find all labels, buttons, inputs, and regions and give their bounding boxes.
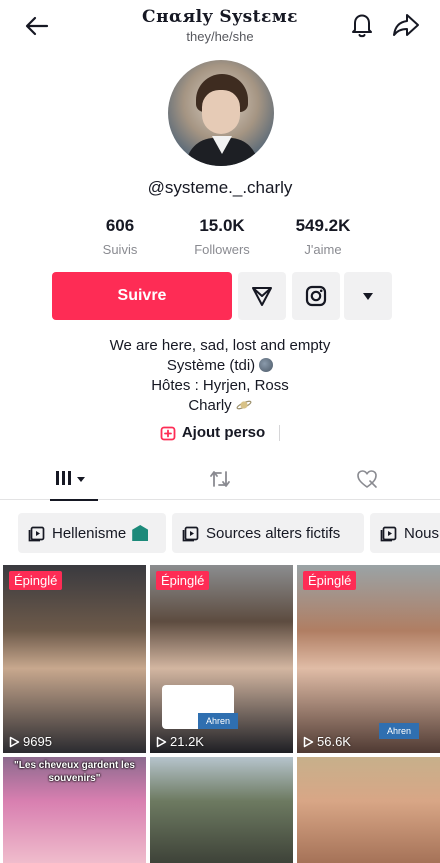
instagram-button[interactable] [292, 272, 340, 320]
alter-name-tag: Ahren [379, 723, 420, 739]
video-thumbnail[interactable] [150, 757, 293, 863]
content-tabs [0, 458, 440, 501]
view-count-value: 21.2K [170, 734, 204, 749]
play-icon [156, 736, 167, 747]
profile-header: Cнαяly Systεмε they/he/she [0, 0, 440, 52]
heart-hidden-icon [357, 470, 377, 488]
video-thumbnail[interactable]: Épinglé Ahren 21.2K [150, 565, 293, 753]
playlist-chip[interactable]: Sources alters fictifs [172, 513, 364, 553]
profile-handle: @systeme._.charly [147, 178, 293, 197]
send-icon [252, 287, 272, 306]
profile-actions: Suivre [0, 272, 440, 320]
videos-grid-icon [56, 471, 85, 485]
playlist-label: Hellenisme [52, 524, 127, 542]
view-count-value: 9695 [23, 734, 52, 749]
video-thumbnail[interactable]: Épinglé 9695 [3, 565, 146, 753]
alter-name-tag: Ahren [198, 713, 239, 729]
playlist-row: Hellenisme Sources alters fictifs Nous [18, 513, 440, 553]
stat-following[interactable]: 606 Suivis [75, 216, 165, 257]
stat-value: 15.0K [199, 216, 245, 235]
tab-videos[interactable] [0, 458, 146, 501]
add-yours-link[interactable]: Ajout perso [0, 424, 440, 445]
playlist-label: Sources alters fictifs [206, 524, 341, 542]
video-caption-overlay: "Les cheveux gardent les souvenirs" [14, 760, 135, 784]
bio-line: Hôtes : Hyrjen, Ross [151, 377, 289, 394]
profile-avatar[interactable] [168, 60, 274, 166]
stat-value: 606 [105, 216, 135, 235]
profile-bio: We are here, sad, lost and empty Système… [0, 336, 440, 416]
bio-line: Charly [188, 397, 232, 414]
bio-line-system: Système (tdi) [0, 356, 440, 376]
tab-active-indicator [50, 499, 98, 501]
saturn-emoji-icon [236, 400, 252, 410]
stat-label: Followers [194, 242, 250, 257]
pinned-badge: Épinglé [156, 571, 210, 590]
avatar-face [202, 90, 240, 134]
stat-value: 549.2K [295, 216, 351, 235]
video-thumbnail[interactable]: "Les cheveux gardent les souvenirs" [3, 757, 146, 863]
bio-line: We are here, sad, lost and empty [109, 337, 331, 354]
pinned-badge: Épinglé [303, 571, 357, 590]
bio-line-charly: Charly [0, 396, 440, 416]
view-count: 21.2K [156, 734, 204, 749]
share-icon [393, 14, 419, 36]
play-icon [303, 736, 314, 747]
pinned-badge: Épinglé [9, 571, 63, 590]
tab-liked[interactable] [294, 458, 440, 500]
view-count: 56.6K [303, 734, 351, 749]
playlist-chip[interactable]: Nous [370, 513, 440, 553]
repost-icon [210, 471, 230, 487]
stat-label: J'aime [304, 242, 342, 257]
add-yours-label: Ajout perso [181, 424, 266, 441]
video-thumbnail[interactable]: Épinglé Ahren 56.6K [297, 565, 440, 753]
follow-button[interactable]: Suivre [52, 272, 232, 320]
instagram-icon [305, 285, 327, 307]
caret-down-icon [363, 293, 373, 300]
stat-followers[interactable]: 15.0K Followers [177, 216, 267, 257]
tab-reposts[interactable] [147, 458, 293, 500]
bank-emoji-icon [132, 525, 149, 541]
bio-line: Système (tdi) [166, 357, 256, 374]
view-count: 9695 [9, 734, 52, 749]
playlist-icon [28, 526, 45, 542]
stat-label: Suivis [102, 242, 138, 257]
video-thumbnail[interactable] [297, 757, 440, 863]
playlist-icon [182, 526, 199, 542]
stat-likes[interactable]: 549.2K J'aime [278, 216, 368, 257]
playlist-chip[interactable]: Hellenisme [18, 513, 166, 553]
more-options-button[interactable] [344, 272, 392, 320]
share-button[interactable] [392, 12, 422, 40]
view-count-value: 56.6K [317, 734, 351, 749]
playlist-icon [380, 526, 397, 542]
bell-icon [352, 14, 372, 38]
playlist-label: Nous [404, 524, 440, 542]
message-button[interactable] [238, 272, 286, 320]
moon-emoji-icon [259, 358, 274, 372]
notification-button[interactable] [350, 12, 376, 40]
divider [279, 424, 281, 441]
add-square-icon [160, 426, 176, 440]
play-icon [9, 736, 20, 747]
